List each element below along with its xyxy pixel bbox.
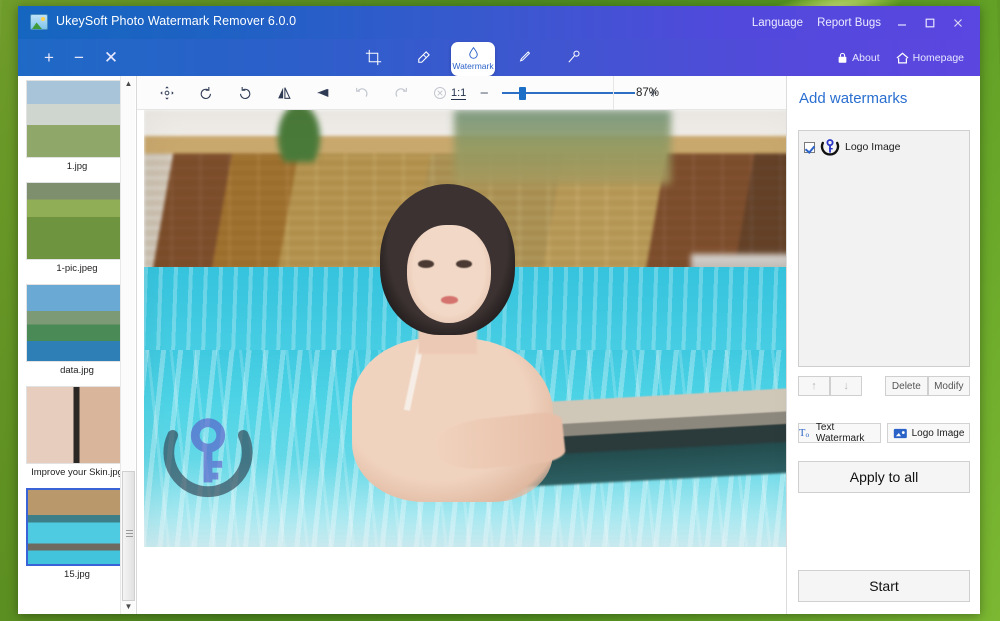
rotate-right-icon[interactable] (235, 82, 255, 104)
watermark-checkbox[interactable] (804, 142, 815, 153)
titlebar-right-group: Language Report Bugs (745, 6, 972, 39)
report-bugs-link[interactable]: Report Bugs (810, 17, 888, 29)
thumbnail-image (26, 488, 129, 566)
tool-watermark[interactable]: Watermark (451, 42, 495, 76)
about-button[interactable]: About (831, 52, 885, 64)
apply-to-all-button[interactable]: Apply to all (798, 461, 970, 493)
move-up-button[interactable]: ↑ (798, 376, 830, 396)
move-icon[interactable] (157, 82, 177, 104)
image-canvas[interactable] (137, 110, 786, 614)
list-item[interactable]: 1.jpg (26, 80, 129, 176)
start-button[interactable]: Start (798, 570, 970, 602)
homepage-button[interactable]: Homepage (890, 52, 970, 64)
thumbnail-image (26, 80, 129, 158)
watermark-list[interactable]: Logo Image (798, 130, 970, 367)
list-item[interactable]: Improve your Skin.jpg (26, 386, 129, 482)
file-actions-group: + − ✕ (44, 39, 118, 76)
svg-text:T: T (799, 428, 806, 439)
tool-brush[interactable] (498, 39, 548, 76)
logo-image-icon (820, 137, 840, 157)
list-item[interactable]: 1-pic.jpeg (26, 182, 129, 278)
flip-vertical-icon[interactable] (313, 82, 333, 104)
scrollbar-thumb[interactable] (122, 471, 135, 601)
editor-area: 1:1 − + 87% (137, 76, 786, 614)
app-logo-icon (30, 14, 48, 30)
scrollbar-track[interactable] (121, 91, 136, 599)
modify-button[interactable]: Modify (928, 376, 970, 396)
thumbnail-image (26, 284, 129, 362)
move-down-button[interactable]: ↓ (830, 376, 862, 396)
thumbnail-scrollbar[interactable]: ▲ ▼ (120, 76, 135, 614)
image-tool-icons (157, 82, 450, 104)
undo-icon[interactable] (352, 82, 372, 104)
about-label: About (852, 52, 879, 64)
text-watermark-icon: To (799, 427, 812, 439)
logo-image-icon (893, 427, 908, 440)
image-toolbar: 1:1 − + 87% (137, 76, 786, 110)
tool-magic-wand[interactable] (548, 39, 598, 76)
watermark-overlay[interactable] (159, 406, 257, 504)
watermark-list-buttons: ↑ ↓ Delete Modify (798, 376, 970, 396)
thumbnail-caption: Improve your Skin.jpg (26, 464, 129, 482)
zoom-percent-label: 87% (613, 76, 659, 110)
add-watermark-buttons: To Text Watermark Logo Image (798, 423, 970, 443)
add-logo-image-button[interactable]: Logo Image (887, 423, 970, 443)
app-window: UkeySoft Photo Watermark Remover 6.0.0 L… (18, 6, 980, 614)
rotate-left-icon[interactable] (196, 82, 216, 104)
flip-horizontal-icon[interactable] (274, 82, 294, 104)
lock-icon (837, 52, 848, 64)
main-toolbar: + − ✕ Watermark (18, 39, 980, 76)
list-item[interactable]: 15.jpg (26, 488, 129, 584)
thumbnail-caption: 1-pic.jpeg (26, 260, 129, 278)
watermark-panel: Add watermarks Logo Image (786, 76, 980, 614)
close-button[interactable] (944, 6, 972, 39)
redo-icon[interactable] (391, 82, 411, 104)
thumbnail-caption: 1.jpg (26, 158, 129, 176)
thumbnail-image (26, 182, 129, 260)
list-item[interactable]: Logo Image (799, 131, 969, 163)
thumbnail-caption: 15.jpg (26, 566, 129, 584)
list-item[interactable]: data.jpg (26, 284, 129, 380)
reset-icon[interactable] (430, 82, 450, 104)
add-text-watermark-label: Text Watermark (816, 422, 880, 444)
thumbnail-panel: 1.jpg 1-pic.jpeg data.jpg Improve your S… (18, 76, 137, 614)
minimize-button[interactable] (888, 6, 916, 39)
app-title: UkeySoft Photo Watermark Remover 6.0.0 (56, 14, 296, 28)
tool-tabs: Watermark (348, 39, 598, 76)
title-bar: UkeySoft Photo Watermark Remover 6.0.0 L… (18, 6, 980, 39)
maximize-button[interactable] (916, 6, 944, 39)
tool-crop[interactable] (348, 39, 398, 76)
add-files-icon[interactable]: + (44, 49, 54, 66)
clear-files-icon[interactable]: ✕ (104, 49, 118, 66)
preview-image (144, 110, 786, 547)
remove-file-icon[interactable]: − (74, 49, 84, 66)
zoom-out-button[interactable]: − (477, 85, 491, 102)
panel-title: Add watermarks (787, 76, 980, 107)
delete-button[interactable]: Delete (885, 376, 927, 396)
zoom-slider-handle[interactable] (519, 87, 526, 100)
desktop-backdrop: UkeySoft Photo Watermark Remover 6.0.0 L… (0, 0, 1000, 621)
svg-text:o: o (805, 431, 809, 439)
zoom-fit-button[interactable]: 1:1 (451, 87, 466, 100)
scrollbar-grip (126, 530, 133, 537)
add-logo-image-label: Logo Image (912, 428, 965, 439)
thumbnail-caption: data.jpg (26, 362, 129, 380)
language-menu[interactable]: Language (745, 17, 810, 29)
watermark-item-label: Logo Image (845, 141, 900, 153)
toolbar-right-group: About Homepage (831, 39, 970, 76)
home-icon (896, 52, 909, 64)
tool-watermark-label: Watermark (452, 61, 493, 71)
scroll-down-icon[interactable]: ▼ (121, 599, 136, 614)
thumbnail-image (26, 386, 129, 464)
homepage-label: Homepage (913, 52, 964, 64)
app-body: 1.jpg 1-pic.jpeg data.jpg Improve your S… (18, 76, 980, 614)
tool-eraser[interactable] (398, 39, 448, 76)
scroll-up-icon[interactable]: ▲ (121, 76, 136, 91)
add-text-watermark-button[interactable]: To Text Watermark (798, 423, 881, 443)
